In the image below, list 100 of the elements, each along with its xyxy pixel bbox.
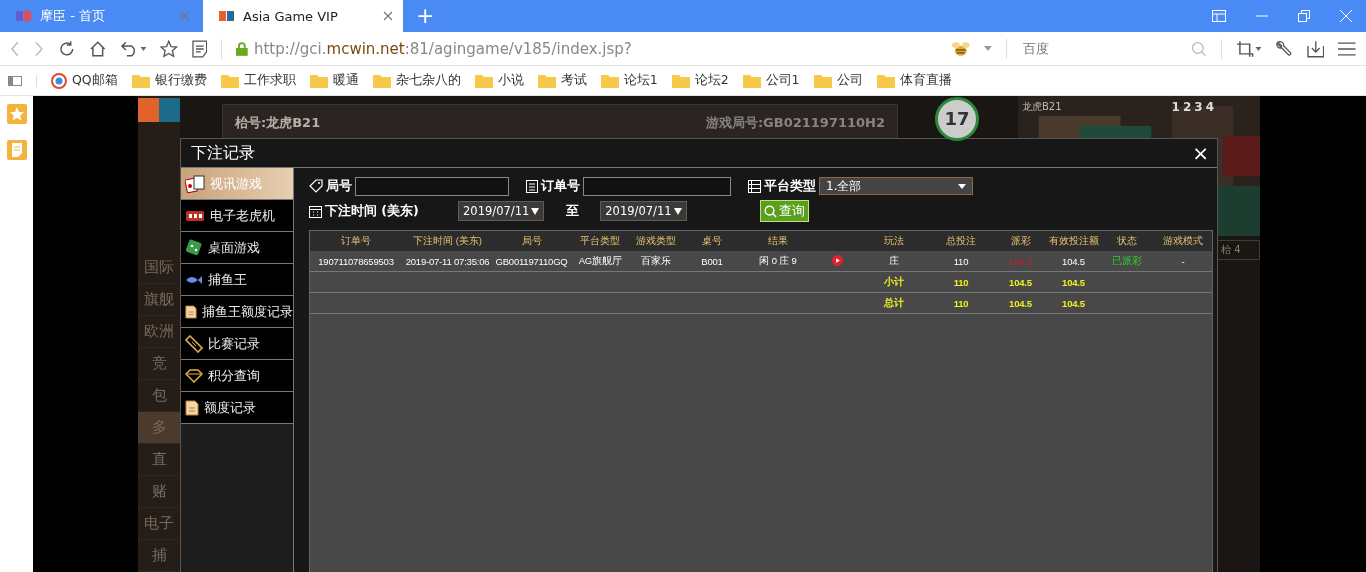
bookmark[interactable]: 公司1	[742, 72, 800, 89]
star-icon[interactable]	[160, 39, 178, 58]
menu-item[interactable]: 电子老虎机	[181, 200, 293, 232]
column-header: 有效投注额	[1047, 231, 1100, 251]
url-field[interactable]: http://gci.mcwin.net:81/agingame/v185/index.jsp?	[253, 39, 937, 58]
folder-icon	[671, 73, 690, 88]
table-cell: GB001197110GQ	[495, 255, 568, 267]
bookmark[interactable]: 公司	[813, 72, 863, 89]
menu-item[interactable]: 桌面游戏	[181, 232, 293, 264]
round-number: 游戏局号:GB021197110H2	[705, 114, 885, 132]
site-icon	[16, 10, 32, 22]
seat-number[interactable]: 3	[1194, 100, 1203, 114]
seat-number[interactable]: 2	[1182, 100, 1192, 114]
time-label: 下注时间 (美东)	[325, 202, 420, 220]
order-label: 订单号	[541, 177, 580, 195]
platform-label: 平台类型	[764, 177, 816, 195]
seat-number[interactable]: 4	[1205, 100, 1214, 114]
bookmark[interactable]: 暖通	[309, 72, 359, 89]
wrench-icon[interactable]	[1275, 39, 1293, 58]
summary-label: 小计	[884, 275, 904, 287]
menu-item[interactable]: 比赛记录	[181, 328, 293, 360]
column-header: 派彩	[994, 231, 1047, 251]
table-cell: 百家乐	[641, 254, 671, 266]
column-header: 下注时间 (美东)	[402, 231, 493, 251]
mail-logo-icon	[51, 72, 67, 89]
bee-icon[interactable]	[950, 40, 971, 57]
menu-item[interactable]: 捕鱼王额度记录	[181, 296, 293, 328]
search-icon	[763, 204, 777, 218]
summary-value: 104.5	[1062, 276, 1085, 288]
folder-icon	[600, 73, 619, 88]
countdown-badge: 17	[935, 97, 979, 141]
platform-dropdown[interactable]: 1.全部	[819, 177, 973, 195]
bookmark[interactable]: QQ邮箱	[51, 72, 118, 89]
dialog-title: 下注记录	[191, 142, 255, 164]
table-label: 枱号:龙虎B21	[235, 114, 321, 132]
summary-value: 104.5	[1009, 297, 1032, 309]
date-from-dropdown[interactable]: 2019/07/11	[458, 201, 545, 221]
summary-value: 110	[953, 276, 969, 288]
reload-icon[interactable]	[57, 39, 76, 58]
close-button[interactable]: ×	[1192, 141, 1209, 165]
bookmark[interactable]: 小说	[474, 72, 524, 89]
home-icon[interactable]	[89, 39, 107, 58]
summary-value: 110	[953, 297, 969, 309]
column-header: 结果	[742, 231, 814, 251]
ticket-icon	[185, 334, 203, 353]
menu-item[interactable]: 额度记录	[181, 392, 293, 424]
table-cell: 110	[953, 255, 969, 267]
seat-number[interactable]: 1	[1171, 100, 1180, 114]
menu-item[interactable]: 积分查询	[181, 360, 293, 392]
document-icon	[185, 399, 199, 416]
folder-icon	[474, 73, 493, 88]
bookmark[interactable]: 杂七杂八的	[372, 72, 461, 89]
menu-item[interactable]: 捕鱼王	[181, 264, 293, 296]
caret-icon	[531, 207, 540, 215]
video-title: 龙虎B21	[1022, 100, 1062, 114]
date-to-dropdown[interactable]: 2019/07/11	[600, 201, 687, 221]
summary-label: 总计	[884, 296, 904, 308]
caret-icon	[673, 207, 682, 215]
table-cell: B001	[701, 255, 723, 267]
menu-icon[interactable]	[1338, 40, 1356, 57]
tag-icon	[309, 179, 323, 193]
caret-icon	[958, 183, 966, 189]
bookmark[interactable]: 银行缴费	[131, 72, 207, 89]
column-header: 总投注	[928, 231, 994, 251]
close-icon[interactable]	[383, 11, 393, 21]
order-input[interactable]	[583, 176, 731, 196]
crop-icon[interactable]	[1235, 39, 1262, 58]
folder-icon	[742, 73, 761, 88]
sidebar-toggle-icon[interactable]	[8, 75, 22, 86]
round-input[interactable]	[355, 176, 509, 196]
browser-tab[interactable]: Asia Game VIP	[203, 0, 403, 32]
table-cell: 190711078659503	[318, 255, 394, 267]
summary-value: 104.5	[1062, 297, 1085, 309]
download-icon[interactable]	[1306, 39, 1325, 58]
document-icon	[185, 303, 197, 320]
column-header: 玩法	[860, 231, 928, 251]
restore-icon[interactable]	[1298, 10, 1310, 22]
folder-icon	[309, 73, 328, 88]
bookmark[interactable]: 论坛1	[600, 72, 658, 89]
bookmark[interactable]: 体育直播	[876, 72, 952, 89]
bookmark[interactable]: 考试	[537, 72, 587, 89]
dice-icon	[185, 238, 203, 257]
table-cell: 已派彩	[1112, 254, 1142, 266]
sidebar-layout-icon[interactable]	[1212, 10, 1226, 22]
table-cell: -	[1181, 255, 1185, 267]
bookmark[interactable]: 工作求职	[220, 72, 296, 89]
folder-icon	[220, 73, 239, 88]
dropdown-icon[interactable]	[984, 46, 993, 51]
column-header: 游戏模式	[1154, 231, 1212, 251]
undo-icon[interactable]	[120, 39, 147, 58]
play-video-icon[interactable]	[831, 254, 843, 266]
bookmark[interactable]: 论坛2	[671, 72, 729, 89]
site-icon	[219, 10, 235, 22]
reader-icon[interactable]	[191, 39, 208, 58]
table-cell: 闲 0 庄 9	[759, 254, 797, 266]
star-icon[interactable]	[6, 104, 27, 124]
round-label: 局号	[326, 177, 352, 195]
summary-value: 104.5	[1009, 276, 1032, 288]
table-cell: 庄	[889, 254, 899, 266]
lock-icon	[236, 41, 248, 56]
